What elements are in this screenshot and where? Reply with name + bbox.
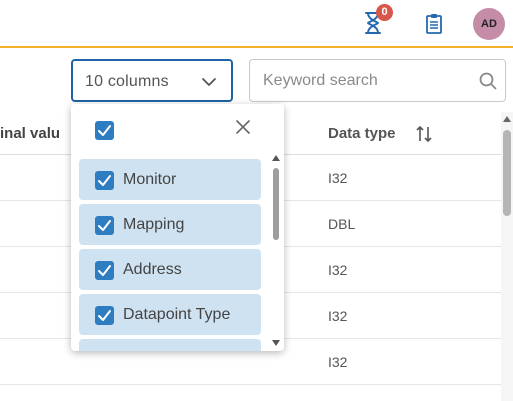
column-option-label: Mapping bbox=[123, 216, 185, 233]
column-option-mapping[interactable]: Mapping bbox=[79, 204, 261, 245]
checkbox-checked[interactable] bbox=[95, 306, 114, 325]
column-option-datapoint-type[interactable]: Datapoint Type bbox=[79, 294, 261, 335]
checkbox-checked[interactable] bbox=[95, 261, 114, 280]
cell-data-type: I32 bbox=[328, 308, 348, 324]
dropdown-scrollbar-thumb[interactable] bbox=[273, 168, 279, 240]
cell-data-type: DBL bbox=[328, 216, 356, 232]
cell-data-type: I32 bbox=[328, 170, 348, 186]
column-option-label: Monitor bbox=[123, 171, 177, 188]
dropdown-scroll-down-arrow-icon[interactable] bbox=[272, 340, 280, 346]
user-avatar[interactable]: AD bbox=[473, 8, 505, 40]
search-icon[interactable] bbox=[479, 72, 497, 90]
columns-select[interactable]: 10 columns bbox=[71, 59, 233, 102]
search-input[interactable] bbox=[251, 61, 471, 100]
column-option-label: Address bbox=[123, 261, 182, 278]
cell-data-type: I32 bbox=[328, 262, 348, 278]
close-icon[interactable] bbox=[235, 119, 251, 135]
column-option-label: Datapoint Type bbox=[123, 306, 231, 323]
search-box bbox=[249, 59, 506, 102]
table-scroll-up-arrow-icon[interactable] bbox=[503, 116, 511, 122]
sort-icon[interactable] bbox=[415, 125, 433, 143]
column-option-partial[interactable] bbox=[79, 339, 261, 351]
column-option-address[interactable]: Address bbox=[79, 249, 261, 290]
table-scrollbar-thumb[interactable] bbox=[503, 130, 511, 216]
clipboard-list-icon[interactable] bbox=[425, 13, 443, 35]
select-all-checkbox[interactable] bbox=[95, 121, 114, 140]
checkbox-checked[interactable] bbox=[95, 216, 114, 235]
chevron-down-icon bbox=[201, 75, 217, 87]
checkbox-checked[interactable] bbox=[95, 171, 114, 190]
cell-data-type: I32 bbox=[328, 354, 348, 370]
dropdown-scroll-up-arrow-icon[interactable] bbox=[272, 155, 280, 161]
column-header-nominal-value[interactable]: inal valu bbox=[0, 125, 70, 142]
notification-badge: 0 bbox=[376, 4, 393, 21]
columns-select-value: 10 columns bbox=[85, 73, 169, 90]
column-option-monitor[interactable]: Monitor bbox=[79, 159, 261, 200]
top-header: 0 AD bbox=[0, 0, 513, 48]
column-picker-dropdown: Monitor Mapping Address Datapoint Type bbox=[71, 104, 284, 351]
column-picker-list: Monitor Mapping Address Datapoint Type bbox=[71, 158, 284, 351]
column-header-data-type[interactable]: Data type bbox=[328, 125, 396, 142]
